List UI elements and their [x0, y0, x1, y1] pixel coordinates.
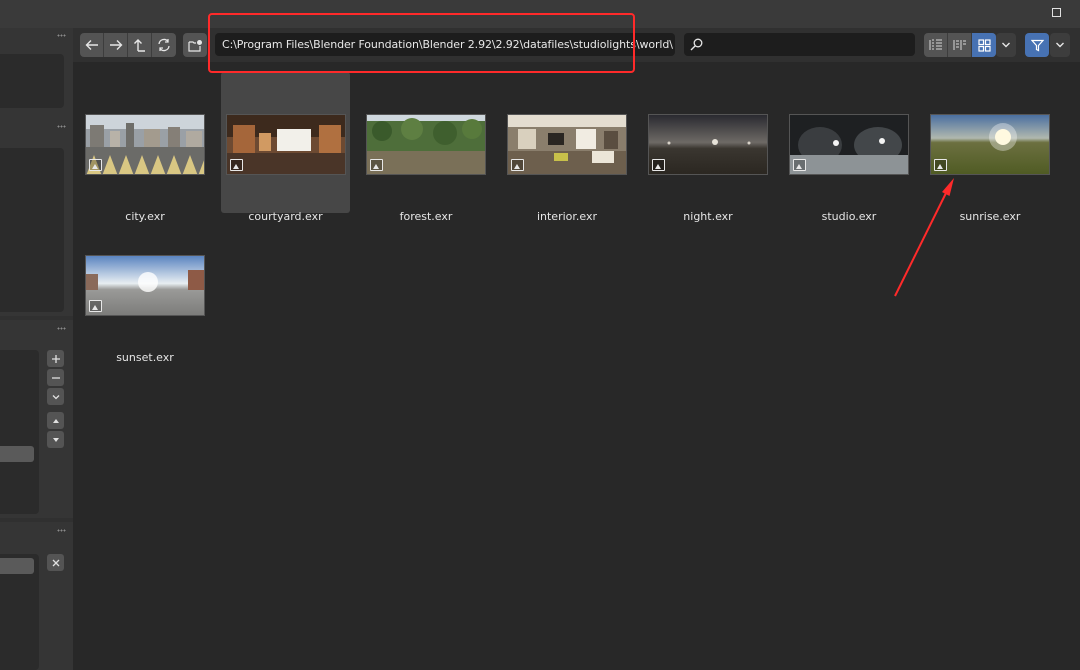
file-thumbnail [85, 114, 205, 175]
chevron-down-icon [1056, 42, 1064, 48]
file-thumbnail [930, 114, 1050, 175]
display-horizontal-list-button[interactable] [948, 33, 972, 57]
filter-settings-dropdown[interactable] [1050, 33, 1070, 57]
file-tile-night[interactable]: night.exr [637, 72, 768, 223]
recent-selected-item[interactable] [0, 558, 34, 574]
filter-toggle-button[interactable] [1025, 33, 1049, 57]
image-file-icon [370, 159, 383, 171]
file-name: forest.exr [399, 210, 453, 223]
bookmark-selected-item[interactable] [0, 446, 34, 462]
move-bookmark-up-button[interactable] [47, 412, 64, 429]
file-thumbnail [648, 114, 768, 175]
volumes-list[interactable] [0, 148, 64, 312]
back-arrow-icon [85, 40, 98, 50]
maximize-icon[interactable] [1052, 8, 1061, 17]
file-name: studio.exr [821, 210, 877, 223]
back-button[interactable] [80, 33, 104, 57]
close-icon [52, 559, 59, 566]
file-name: sunset.exr [116, 351, 174, 364]
display-settings-dropdown[interactable] [996, 33, 1016, 57]
minus-icon [51, 376, 60, 379]
file-tile-studio[interactable]: studio.exr [778, 72, 909, 223]
panel-grip-icon[interactable] [57, 529, 66, 532]
path-highlight-box [208, 13, 635, 73]
forward-button[interactable] [104, 33, 128, 57]
file-tile-courtyard[interactable]: courtyard.exr [221, 72, 350, 223]
file-grid: city.exr courtyard.exr forest.exr interi… [73, 62, 1080, 670]
new-folder-icon [187, 39, 202, 52]
file-thumbnail [85, 255, 205, 316]
display-mode-group [924, 33, 996, 57]
sidebar-section-volumes [0, 118, 73, 316]
navigation-button-group [80, 33, 176, 57]
display-vertical-list-button[interactable] [924, 33, 948, 57]
recent-list[interactable] [0, 554, 39, 670]
file-thumbnail [507, 114, 627, 175]
file-name: sunrise.exr [959, 210, 1021, 223]
system-list[interactable] [0, 54, 64, 108]
image-file-icon [89, 300, 102, 312]
panel-grip-icon[interactable] [57, 34, 66, 37]
refresh-button[interactable] [152, 33, 176, 57]
parent-directory-button[interactable] [128, 33, 152, 57]
file-name: night.exr [683, 210, 733, 223]
file-name: courtyard.exr [248, 210, 323, 223]
vertical-list-icon [929, 39, 942, 50]
move-bookmark-down-button[interactable] [47, 431, 64, 448]
image-file-icon [89, 159, 102, 171]
bookmark-menu-button[interactable] [47, 388, 64, 405]
image-file-icon [934, 159, 947, 171]
file-name: interior.exr [536, 210, 598, 223]
left-sidebar [0, 28, 73, 670]
refresh-icon [158, 38, 170, 52]
remove-bookmark-button[interactable] [47, 369, 64, 386]
forward-arrow-icon [109, 40, 122, 50]
chevron-down-icon [52, 394, 59, 399]
sidebar-section-bookmarks [0, 320, 73, 518]
add-bookmark-button[interactable] [47, 350, 64, 367]
panel-grip-icon[interactable] [57, 327, 66, 330]
file-thumbnail [366, 114, 486, 175]
filter-icon [1030, 39, 1044, 51]
file-tile-city[interactable]: city.exr [74, 72, 205, 223]
file-tile-sunrise[interactable]: sunrise.exr [919, 72, 1050, 223]
triangle-down-icon [52, 437, 59, 442]
bookmarks-list[interactable] [0, 350, 39, 514]
file-tile-forest[interactable]: forest.exr [355, 72, 486, 223]
image-file-icon [652, 159, 665, 171]
plus-icon [51, 354, 60, 363]
thumbnails-icon [977, 38, 991, 52]
new-folder-button[interactable] [183, 33, 207, 57]
parent-directory-icon [133, 39, 145, 52]
sidebar-section-recent [0, 522, 73, 670]
file-tile-interior[interactable]: interior.exr [496, 72, 627, 223]
search-input[interactable] [684, 33, 915, 56]
image-file-icon [230, 159, 243, 171]
image-file-icon [511, 159, 524, 171]
clear-recent-button[interactable] [47, 554, 64, 571]
sidebar-section-system [0, 28, 73, 118]
triangle-up-icon [52, 418, 59, 423]
file-thumbnail [226, 114, 346, 175]
image-file-icon [793, 159, 806, 171]
display-thumbnails-button[interactable] [972, 33, 996, 57]
file-tile-sunset[interactable]: sunset.exr [74, 213, 205, 364]
panel-grip-icon[interactable] [57, 125, 66, 128]
chevron-down-icon [1002, 42, 1010, 48]
horizontal-list-icon [953, 40, 966, 50]
search-icon [690, 38, 703, 51]
file-thumbnail [789, 114, 909, 175]
